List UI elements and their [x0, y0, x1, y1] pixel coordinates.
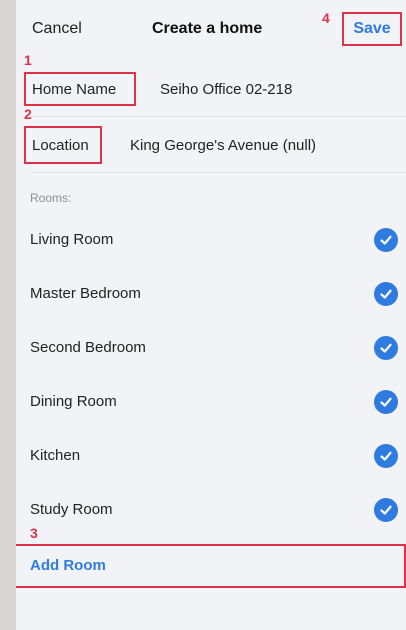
checkmark-icon[interactable] — [374, 444, 398, 468]
annotation-number-1: 1 — [24, 52, 32, 68]
location-label: Location — [32, 137, 89, 154]
room-label: Study Room — [30, 501, 113, 518]
checkmark-icon[interactable] — [374, 228, 398, 252]
annotation-number-4: 4 — [322, 10, 330, 26]
add-room-label: Add Room — [30, 557, 106, 574]
room-label: Kitchen — [30, 447, 81, 464]
page-title: Create a home — [152, 20, 263, 37]
checkmark-icon[interactable] — [374, 498, 398, 522]
room-item-master-bedroom[interactable]: Master Bedroom — [16, 268, 406, 322]
checkmark-icon[interactable] — [374, 336, 398, 360]
annotation-number-2: 2 — [24, 106, 32, 122]
create-home-screen: Cancel Create a home 4 Save 1 Home Name … — [16, 0, 406, 630]
add-room-button[interactable]: Add Room — [16, 544, 406, 588]
save-button-label: Save — [353, 20, 391, 37]
location-field[interactable]: King George's Avenue (null) — [130, 137, 316, 154]
room-label: Living Room — [30, 231, 114, 248]
field-divider — [30, 116, 406, 117]
room-label: Dining Room — [30, 393, 117, 410]
cancel-button[interactable]: Cancel — [32, 20, 82, 38]
rooms-section-title: Rooms: — [30, 191, 72, 205]
checkmark-icon[interactable] — [374, 390, 398, 414]
checkmark-icon[interactable] — [374, 282, 398, 306]
room-label: Master Bedroom — [30, 285, 141, 302]
room-item-kitchen[interactable]: Kitchen — [16, 430, 406, 484]
room-item-study-room[interactable]: Study Room — [16, 484, 406, 538]
home-name-field[interactable]: Seiho Office 02-218 — [160, 81, 292, 98]
home-name-label: Home Name — [32, 81, 117, 98]
room-item-dining-room[interactable]: Dining Room — [16, 376, 406, 430]
navigation-bar: Cancel Create a home 4 Save — [16, 0, 406, 62]
room-label: Second Bedroom — [30, 339, 146, 356]
save-button[interactable]: Save — [342, 12, 402, 46]
room-item-living-room[interactable]: Living Room — [16, 214, 406, 268]
annotation-number-3: 3 — [30, 525, 38, 541]
field-divider — [30, 172, 406, 173]
room-item-second-bedroom[interactable]: Second Bedroom — [16, 322, 406, 376]
